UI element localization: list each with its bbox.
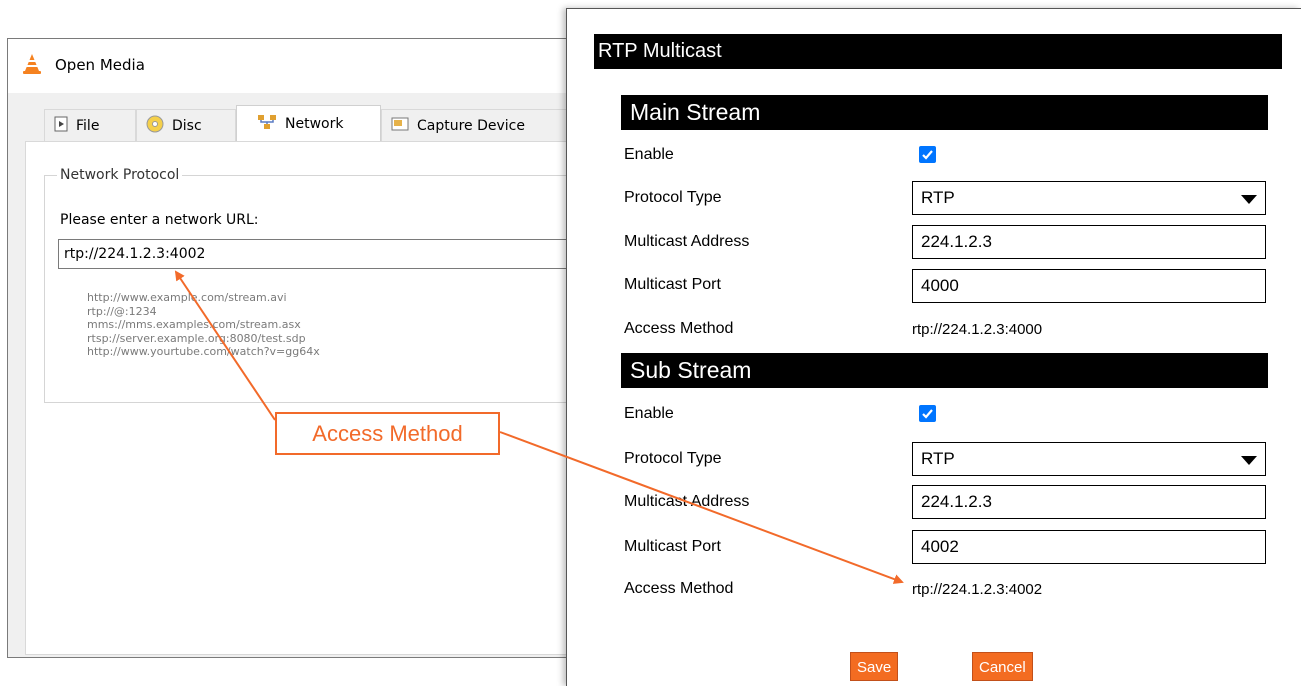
- example-url: mms://mms.examples.com/stream.asx: [87, 318, 301, 331]
- sub-enable-checkbox[interactable]: [919, 405, 936, 422]
- example-url: http://www.example.com/stream.avi: [87, 291, 287, 304]
- url-examples: http://www.example.com/stream.avi rtp://…: [87, 291, 320, 359]
- file-icon: [54, 116, 68, 136]
- chevron-down-icon: [1241, 456, 1257, 465]
- checkmark-icon: [922, 409, 933, 419]
- example-url: rtsp://server.example.org:8080/test.sdp: [87, 331, 306, 345]
- main-address-label: Multicast Address: [624, 233, 750, 250]
- network-tab-panel: Network Protocol Please enter a network …: [25, 141, 608, 655]
- title-bar: Open Media: [8, 39, 606, 93]
- open-media-window: Open Media File Disc Network Capture Dev…: [7, 38, 608, 658]
- main-enable-checkbox[interactable]: [919, 146, 936, 163]
- tab-capture-device-label: Capture Device: [417, 117, 525, 134]
- sub-protocol-label: Protocol Type: [624, 450, 722, 467]
- main-port-label: Multicast Port: [624, 276, 721, 293]
- main-protocol-label: Protocol Type: [624, 189, 722, 206]
- tab-file-label: File: [76, 117, 100, 134]
- sub-address-value: 224.1.2.3: [921, 492, 992, 511]
- sub-port-input[interactable]: 4002: [912, 530, 1266, 564]
- tab-disc[interactable]: Disc: [136, 109, 236, 141]
- tab-capture-device[interactable]: Capture Device: [381, 109, 569, 141]
- main-port-value: 4000: [921, 276, 959, 295]
- main-port-input[interactable]: 4000: [912, 269, 1266, 303]
- sub-access-label: Access Method: [624, 580, 734, 597]
- sub-protocol-value: RTP: [921, 449, 955, 468]
- tab-network-label: Network: [285, 116, 344, 132]
- access-method-callout: Access Method: [275, 412, 500, 455]
- sub-stream-header: Sub Stream: [621, 353, 1268, 388]
- save-button[interactable]: Save: [850, 652, 899, 681]
- sub-protocol-select[interactable]: RTP: [912, 442, 1266, 476]
- example-url: rtp://@:1234: [87, 304, 157, 318]
- main-stream-header: Main Stream: [621, 95, 1268, 130]
- tab-disc-label: Disc: [172, 117, 202, 134]
- url-prompt: Please enter a network URL:: [60, 212, 259, 228]
- main-address-value: 224.1.2.3: [921, 232, 992, 251]
- cancel-button[interactable]: Cancel: [972, 652, 1033, 681]
- sub-address-input[interactable]: 224.1.2.3: [912, 485, 1266, 519]
- sub-access-value: rtp://224.1.2.3:4002: [912, 581, 1043, 598]
- capture-device-icon: [391, 116, 409, 136]
- main-address-input[interactable]: 224.1.2.3: [912, 225, 1266, 259]
- main-protocol-select[interactable]: RTP: [912, 181, 1266, 215]
- vlc-cone-icon: [23, 54, 41, 74]
- sub-address-label: Multicast Address: [624, 493, 750, 510]
- window-title: Open Media: [55, 56, 145, 74]
- main-protocol-value: RTP: [921, 188, 955, 207]
- tab-network[interactable]: Network: [236, 105, 381, 142]
- network-icon: [257, 114, 277, 134]
- main-access-label: Access Method: [624, 320, 734, 337]
- network-protocol-group: Network Protocol Please enter a network …: [44, 167, 606, 403]
- checkmark-icon: [922, 150, 933, 160]
- rtp-multicast-panel: RTP Multicast Main Stream Enable Protoco…: [566, 8, 1301, 686]
- example-url: http://www.yourtube.com/watch?v=gg64x: [87, 345, 320, 358]
- panel-title: RTP Multicast: [594, 34, 1282, 69]
- main-access-value: rtp://224.1.2.3:4000: [912, 321, 1043, 338]
- sub-port-value: 4002: [921, 537, 959, 556]
- disc-icon: [146, 115, 164, 137]
- sub-enable-label: Enable: [624, 405, 674, 422]
- tab-file[interactable]: File: [44, 109, 136, 141]
- group-label: Network Protocol: [57, 167, 183, 183]
- sub-port-label: Multicast Port: [624, 538, 721, 555]
- network-url-input[interactable]: [58, 239, 606, 269]
- chevron-down-icon: [1241, 195, 1257, 204]
- main-enable-label: Enable: [624, 146, 674, 163]
